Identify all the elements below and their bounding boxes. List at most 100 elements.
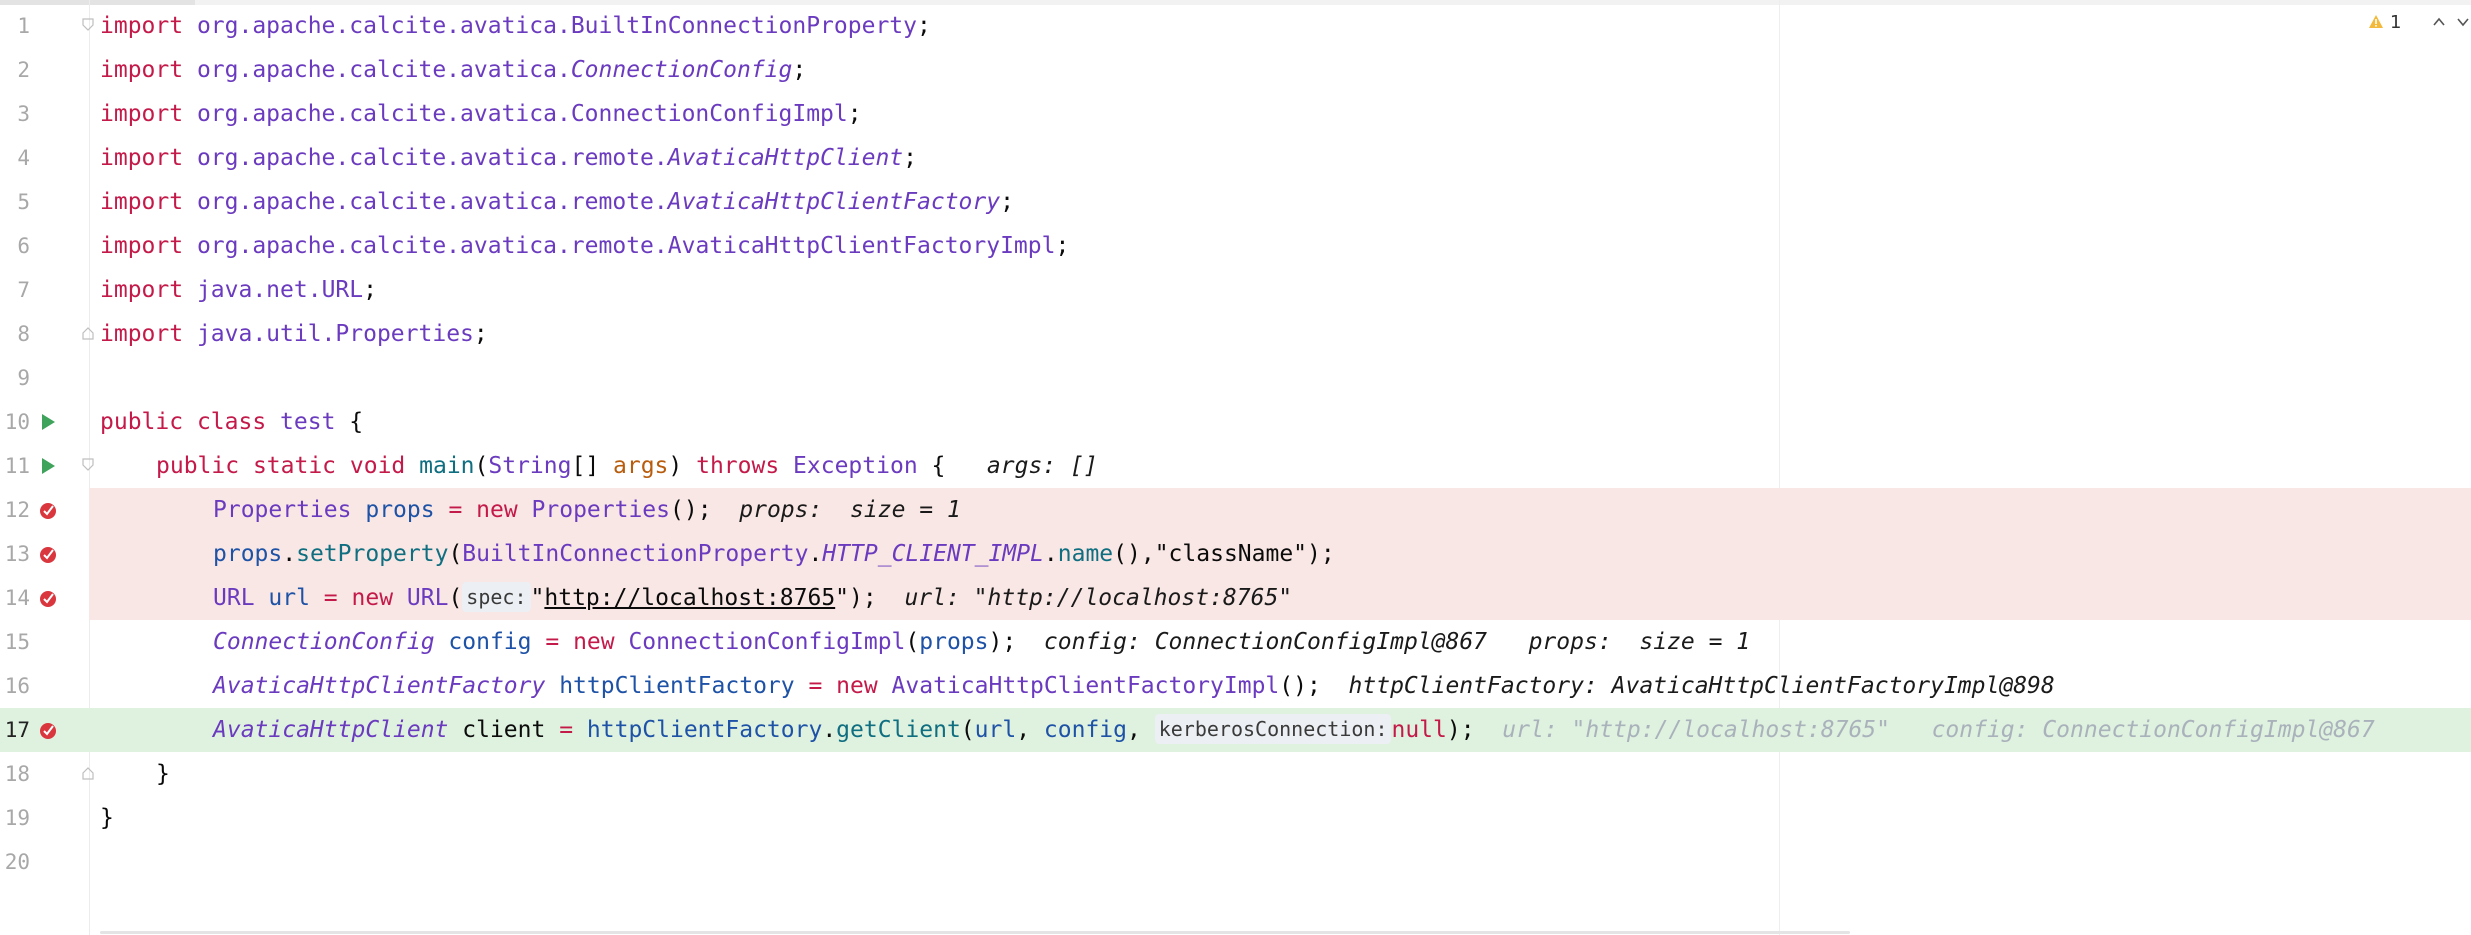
url-link[interactable]: http://localhost:8765 [544, 585, 835, 611]
run-gutter-icon[interactable] [38, 456, 58, 476]
operator: = [309, 585, 352, 611]
fold-icon[interactable] [81, 326, 95, 340]
class-name: AvaticaHttpClientFactoryImpl [667, 233, 1056, 259]
line-number[interactable]: 8 [0, 312, 30, 356]
code-line[interactable]: 8 import java.util.Properties; [0, 312, 2471, 356]
horizontal-scrollbar[interactable] [100, 931, 1850, 934]
line-number[interactable]: 19 [0, 796, 30, 840]
code-line[interactable]: 6 import org.apache.calcite.avatica.remo… [0, 224, 2471, 268]
line-number[interactable]: 14 [0, 576, 30, 620]
code-text: public class test { [100, 400, 363, 444]
code-line[interactable]: 2 import org.apache.calcite.avatica.Conn… [0, 48, 2471, 92]
code-line[interactable]: 20 [0, 840, 2471, 884]
debug-inline-value[interactable]: config: ConnectionConfigImpl@867 [1932, 717, 2375, 743]
string-literal: "className" [1154, 541, 1308, 567]
keyword: public [100, 409, 197, 435]
code-line[interactable]: 1 import org.apache.calcite.avatica.Buil… [0, 4, 2471, 48]
code-text: Properties props = new Properties(); pro… [213, 488, 961, 532]
line-number[interactable]: 16 [0, 664, 30, 708]
line-number[interactable]: 11 [0, 444, 30, 488]
punctuation: ; [847, 101, 862, 127]
variable-name: url [268, 585, 310, 611]
code-text: import org.apache.calcite.avatica.remote… [100, 224, 1069, 268]
breakpoint-icon[interactable] [38, 500, 58, 520]
debug-inline-value[interactable]: config: ConnectionConfigImpl@867 [1044, 629, 1487, 655]
breakpoint-icon[interactable] [38, 544, 58, 564]
chevron-down-icon[interactable] [2456, 16, 2470, 28]
keyword: new [351, 585, 407, 611]
variable-name: config [448, 629, 532, 655]
punctuation: . [808, 541, 823, 567]
line-number[interactable]: 1 [0, 4, 30, 48]
line-number[interactable]: 18 [0, 752, 30, 796]
variable-name: httpClientFactory [586, 717, 823, 743]
line-number[interactable]: 7 [0, 268, 30, 312]
code-line[interactable]: 11 public static void main(String[] args… [0, 444, 2471, 488]
line-number[interactable]: 4 [0, 136, 30, 180]
package-name: org.apache.calcite.avatica. [196, 101, 571, 127]
punctuation: ; [1000, 189, 1014, 215]
code-text: } [156, 761, 170, 787]
debug-inline-value[interactable]: props: size = 1 [1529, 629, 1751, 655]
line-number[interactable]: 2 [0, 48, 30, 92]
debug-inline-value[interactable]: httpClientFactory: AvaticaHttpClientFact… [1349, 673, 2055, 699]
code-line[interactable]: 3 import org.apache.calcite.avatica.Conn… [0, 92, 2471, 136]
keyword: import [100, 233, 197, 259]
line-number[interactable]: 12 [0, 488, 30, 532]
line-number[interactable]: 6 [0, 224, 30, 268]
line-number[interactable]: 9 [0, 356, 30, 400]
run-gutter-icon[interactable] [38, 412, 58, 432]
code-line[interactable]: 4 import org.apache.calcite.avatica.remo… [0, 136, 2471, 180]
debug-inline-value[interactable]: url: "http://localhost:8765" [904, 585, 1292, 611]
type-name: URL [406, 585, 449, 611]
line-number[interactable]: 15 [0, 620, 30, 664]
code-line[interactable]: 10 public class test { [0, 400, 2471, 444]
punctuation: , [1016, 717, 1044, 743]
line-number[interactable]: 13 [0, 532, 30, 576]
line-number[interactable]: 20 [0, 840, 30, 884]
code-text: props.setProperty(BuiltInConnectionPrope… [213, 532, 1335, 576]
punctuation: , [1127, 717, 1155, 743]
code-editor[interactable]: 1 import org.apache.calcite.avatica.Buil… [0, 0, 2471, 935]
code-text: import org.apache.calcite.avatica.BuiltI… [100, 4, 931, 48]
warning-icon[interactable] [2368, 14, 2384, 30]
line-number[interactable]: 3 [0, 92, 30, 136]
code-line[interactable]: 5 import org.apache.calcite.avatica.remo… [0, 180, 2471, 224]
breakpoint-icon[interactable] [38, 588, 58, 608]
variable-name: props [365, 497, 435, 523]
code-line[interactable]: 7 import java.net.URL; [0, 268, 2471, 312]
debug-inline-value[interactable]: props: size = 1 [739, 497, 961, 523]
keyword: import [100, 277, 197, 303]
chevron-up-icon[interactable] [2432, 16, 2446, 28]
debug-inline-value[interactable]: url: "http://localhost:8765" [1502, 717, 1890, 743]
keyword: null [1391, 717, 1447, 743]
punctuation: ; [917, 13, 931, 39]
punctuation: ( [448, 585, 463, 611]
debug-inline-value[interactable]: args: [] [987, 453, 1098, 479]
code-line-breakpoint[interactable]: 13 props.setProperty(BuiltInConnectionPr… [5, 532, 2471, 576]
code-line[interactable]: 9 [0, 356, 2471, 400]
type-name: ConnectionConfig [213, 629, 435, 655]
code-line[interactable]: 19 } [0, 796, 2471, 840]
warning-count[interactable]: 1 [2390, 12, 2401, 33]
fold-icon[interactable] [81, 18, 95, 32]
code-line-breakpoint[interactable]: 14 URL url = new URL(spec: "http://localh… [5, 576, 2471, 620]
breakpoint-icon[interactable] [38, 720, 58, 740]
code-line[interactable]: 15 ConnectionConfig config = new Connect… [0, 620, 2471, 664]
fold-icon[interactable] [81, 766, 95, 780]
line-number[interactable]: 5 [0, 180, 30, 224]
punctuation: ( [448, 541, 463, 567]
fold-icon[interactable] [81, 458, 95, 472]
code-line-breakpoint[interactable]: 12 Properties props = new Properties(); … [5, 488, 2471, 532]
code-line[interactable]: 18 } [0, 752, 2471, 796]
code-line-current-execution[interactable]: 17 AvaticaHttpClient client = httpClient… [0, 708, 2471, 752]
keyword: new [836, 673, 892, 699]
static-field: HTTP_CLIENT_IMPL [822, 541, 1044, 567]
keyword: import [100, 57, 197, 83]
package-name: org.apache.calcite.avatica.remote. [196, 189, 668, 215]
code-line[interactable]: 16 AvaticaHttpClientFactory httpClientFa… [0, 664, 2471, 708]
punctuation: ); [988, 629, 1017, 655]
line-number[interactable]: 10 [0, 400, 30, 444]
line-number[interactable]: 17 [0, 708, 30, 752]
keyword: import [100, 101, 197, 127]
